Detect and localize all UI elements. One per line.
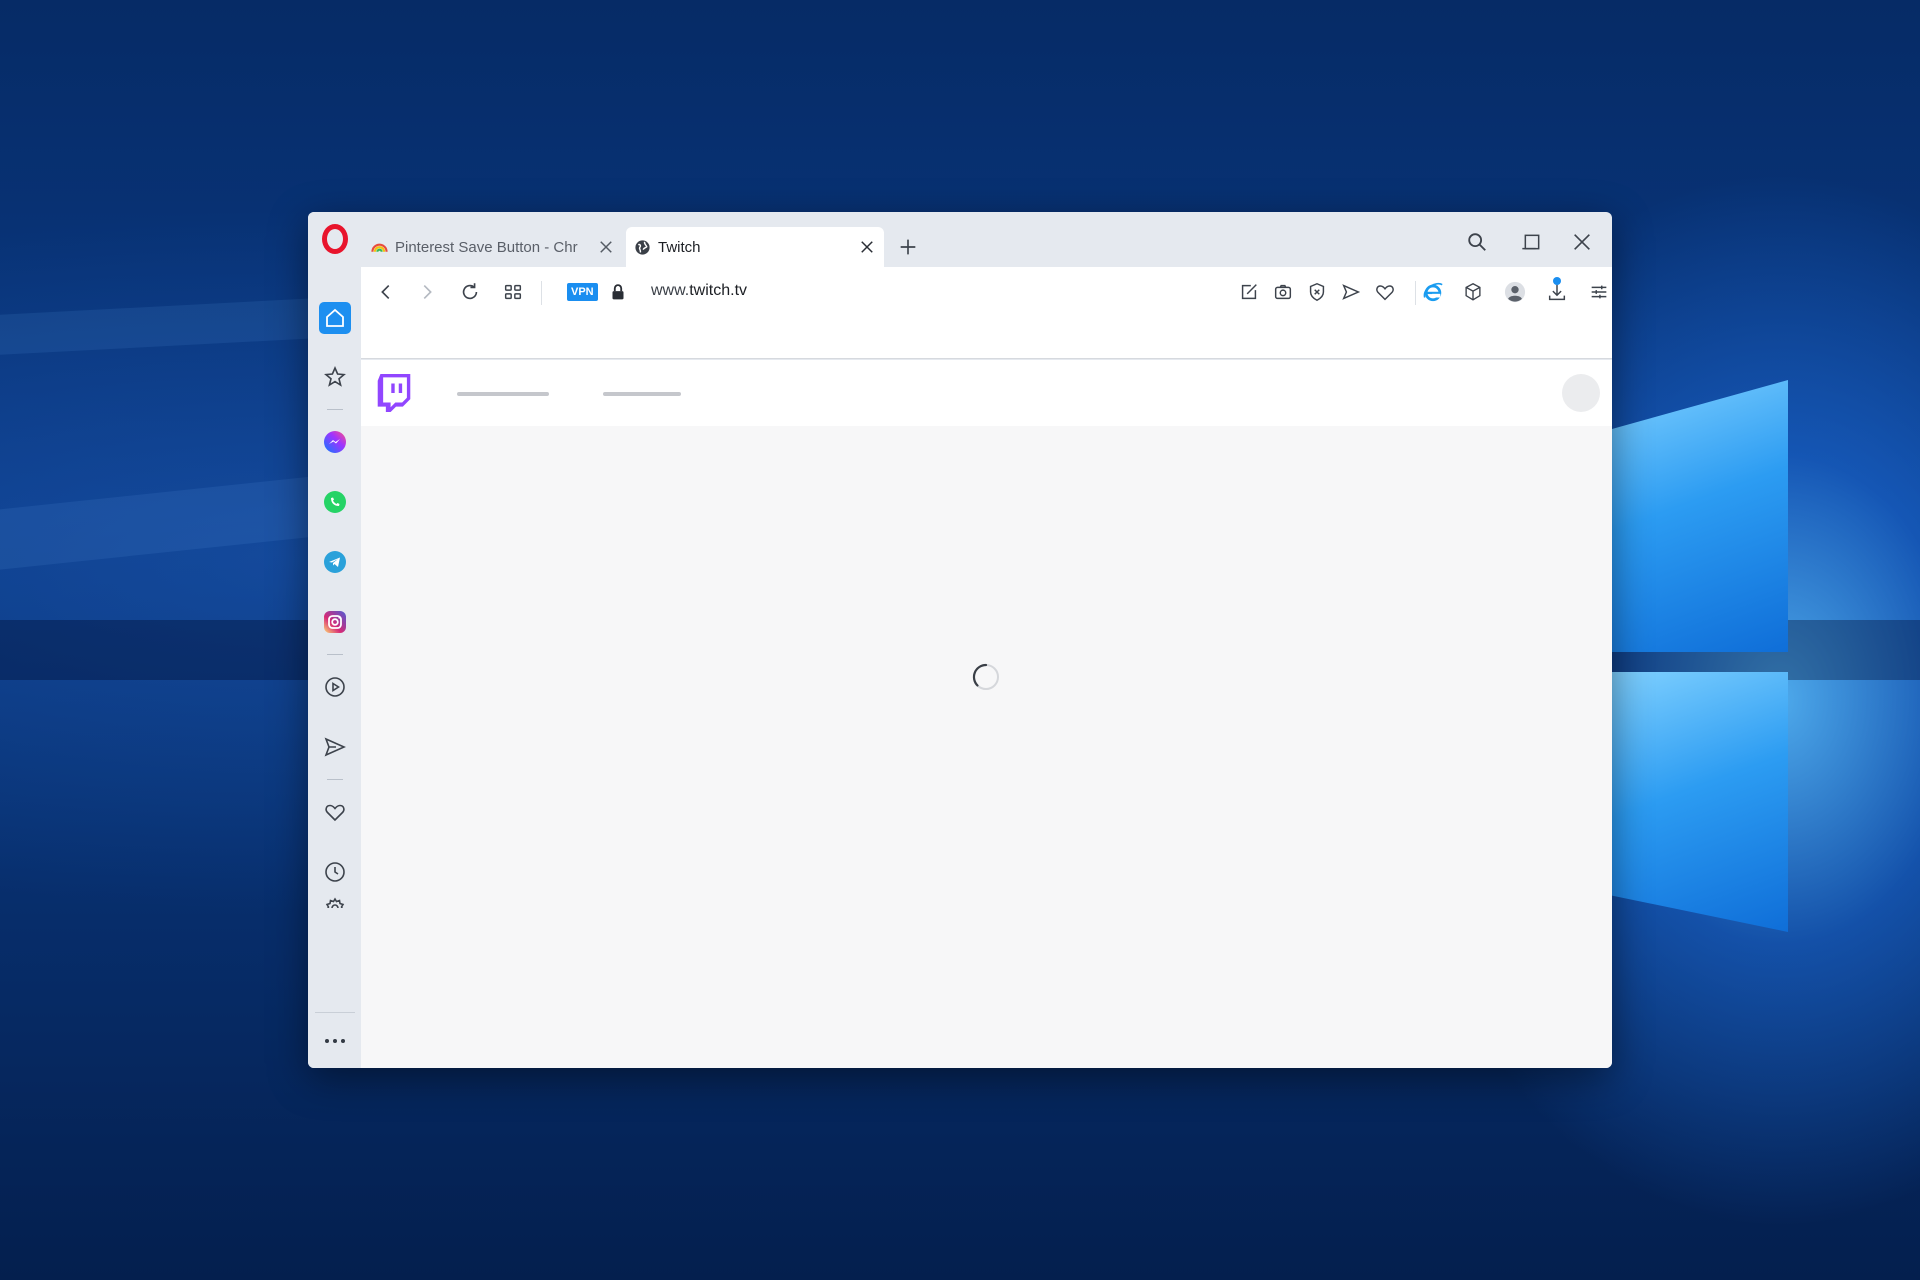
settings-icon[interactable]: [323, 896, 347, 908]
easy-setup-button[interactable]: [1236, 279, 1262, 305]
globe-favicon-icon: [635, 239, 650, 255]
adblock-button[interactable]: [1304, 279, 1330, 305]
lock-icon: [612, 284, 624, 300]
instagram-icon: [323, 611, 346, 633]
heart-icon: [1376, 285, 1394, 301]
vpn-badge[interactable]: VPN: [567, 283, 598, 301]
cube-icon: [1465, 282, 1481, 301]
telegram-icon: [323, 551, 346, 573]
star-icon: [323, 365, 346, 387]
extensions-button[interactable]: [1460, 279, 1486, 305]
bookmarks-bar: [361, 317, 1612, 359]
bookmark-heart-button[interactable]: [1372, 279, 1398, 305]
sidebar-item-home[interactable]: [318, 302, 351, 334]
new-tab-plus-icon[interactable]: [897, 236, 919, 258]
tab-twitch[interactable]: Twitch: [626, 227, 884, 267]
toolbar-divider: [1415, 281, 1416, 305]
sidebar-separator: [326, 654, 343, 655]
profile-button[interactable]: [1502, 279, 1528, 305]
tab-title: Pinterest Save Button - Chr: [395, 238, 578, 256]
grid-icon: [504, 284, 522, 300]
edit-share-icon: [1241, 284, 1257, 300]
back-button[interactable]: [373, 279, 399, 305]
player-icon: [324, 677, 345, 697]
toolbar-divider: [541, 281, 542, 305]
easy-setup-menu-button[interactable]: [1586, 279, 1612, 305]
sidebar-separator: [326, 409, 343, 410]
sidebar: [308, 212, 361, 1068]
close-window-button[interactable]: [1568, 228, 1596, 256]
close-icon[interactable]: [597, 238, 615, 256]
windows-logo-pane: [1612, 380, 1788, 652]
address-bar[interactable]: www.twitch.tv: [651, 282, 747, 300]
chevron-right-icon: [423, 284, 432, 300]
nav-placeholder: [457, 392, 549, 396]
flow-button[interactable]: [1338, 279, 1364, 305]
sidebar-item-player[interactable]: [319, 671, 351, 703]
rainbow-favicon-icon: [371, 243, 388, 252]
search-icon: [1468, 233, 1486, 251]
snapshot-button[interactable]: [1270, 279, 1296, 305]
sidebar-item-instagram[interactable]: [319, 606, 351, 638]
forward-button[interactable]: [414, 279, 440, 305]
avatar-placeholder: [1562, 374, 1600, 412]
opera-logo-icon[interactable]: [321, 224, 348, 254]
history-icon: [324, 862, 345, 882]
whatsapp-icon: [323, 491, 346, 513]
loading-spinner-icon: [972, 663, 999, 690]
sidebar-item-speed-dial[interactable]: [319, 361, 351, 393]
ie-tab-extension-button[interactable]: [1420, 279, 1446, 305]
url-host: twitch.tv: [689, 282, 748, 299]
reload-button[interactable]: [457, 279, 483, 305]
internet-explorer-icon: [1423, 282, 1443, 302]
reload-icon: [462, 283, 478, 300]
windows-logo-pane: [1612, 672, 1788, 932]
search-tabs-button[interactable]: [1463, 228, 1491, 256]
browser-window: Pinterest Save Button - Chr Twitch VPN w…: [308, 212, 1612, 1068]
sidebar-item-whatsapp[interactable]: [319, 486, 351, 518]
url-prefix: www.: [651, 282, 690, 299]
sidebar-item-flow[interactable]: [319, 731, 351, 763]
messenger-icon: [323, 431, 346, 453]
twitch-logo-icon[interactable]: [377, 374, 411, 412]
sidebar-item-telegram[interactable]: [319, 546, 351, 578]
sidebar-more-button[interactable]: [314, 1012, 355, 1054]
maximize-button[interactable]: [1518, 228, 1546, 256]
download-notification-dot: [1553, 277, 1561, 285]
tab-snapshot-button[interactable]: [500, 279, 526, 305]
sidebar-separator: [326, 779, 343, 780]
chevron-left-icon: [381, 284, 390, 300]
send-icon: [1342, 284, 1361, 300]
address-toolbar: VPN www.twitch.tv: [361, 267, 1612, 317]
nav-placeholder: [603, 392, 681, 396]
close-icon[interactable]: [858, 238, 876, 256]
home-icon: [325, 308, 344, 327]
site-security-button[interactable]: [605, 279, 631, 305]
sidebar-item-messenger[interactable]: [319, 426, 351, 458]
maximize-icon: [1524, 234, 1540, 250]
sliders-icon: [1591, 285, 1607, 299]
tab-title: Twitch: [658, 238, 701, 256]
twitch-header: [361, 360, 1612, 426]
page-content: [361, 360, 1612, 1068]
sidebar-item-bookmarks[interactable]: [319, 796, 351, 828]
close-icon: [1574, 234, 1590, 250]
camera-icon: [1274, 284, 1292, 300]
shield-x-icon: [1309, 282, 1325, 302]
flow-send-icon: [324, 737, 346, 757]
tab-bar: Pinterest Save Button - Chr Twitch: [361, 212, 1612, 267]
tab-pinterest[interactable]: Pinterest Save Button - Chr: [363, 227, 623, 267]
sidebar-item-history[interactable]: [319, 856, 351, 888]
avatar-icon: [1504, 281, 1526, 303]
heart-icon: [324, 804, 345, 822]
